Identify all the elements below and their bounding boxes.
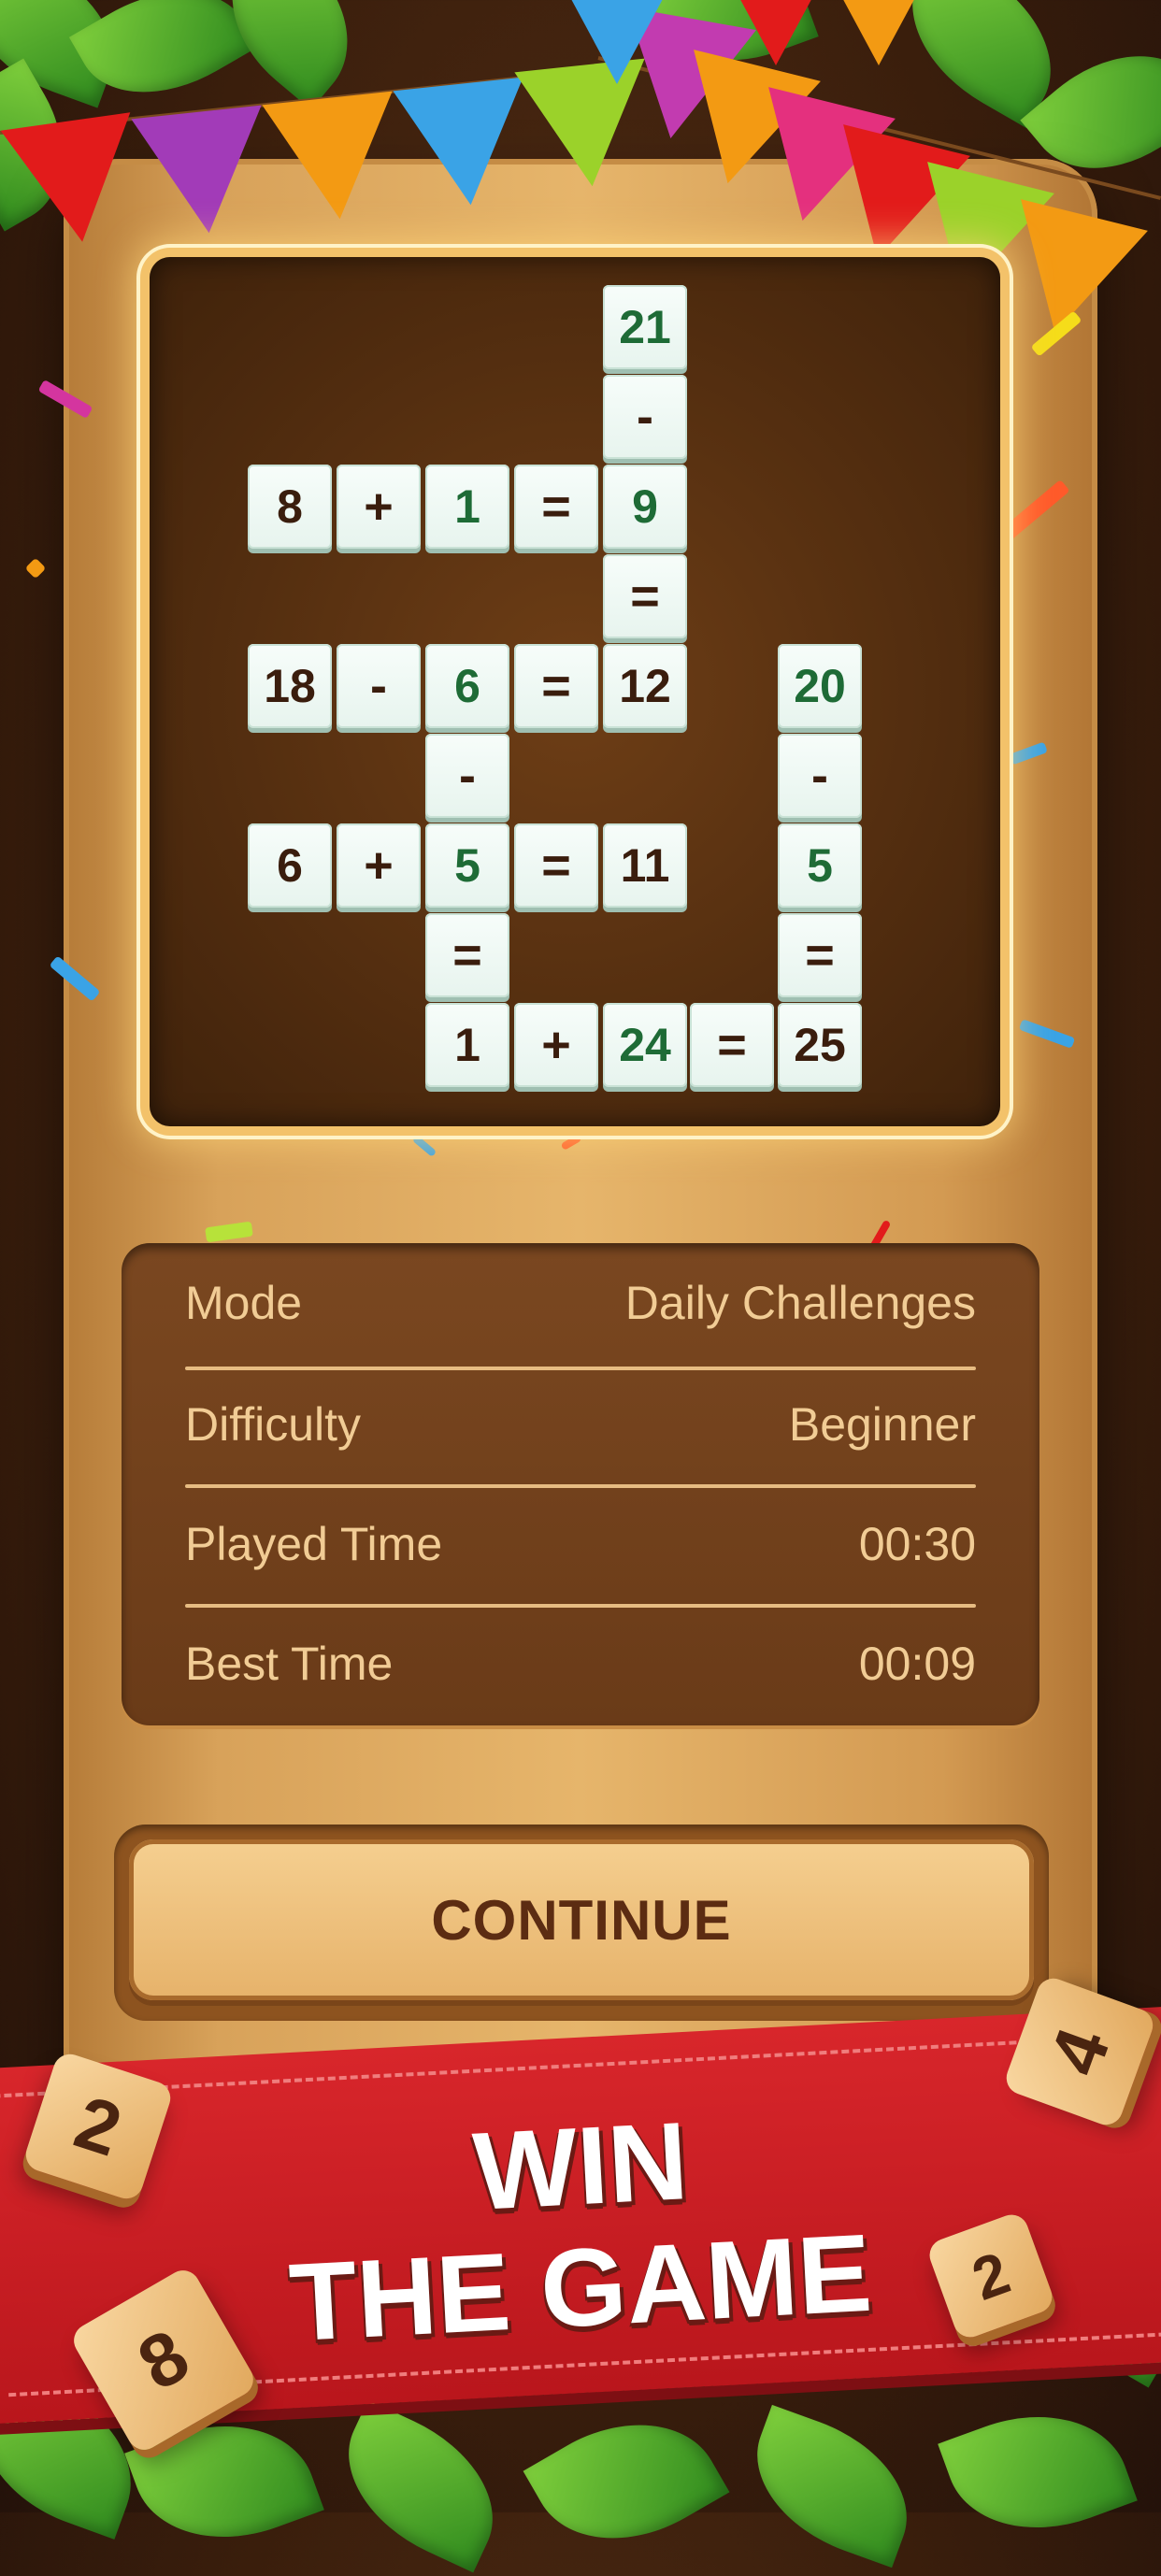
- puzzle-tile: 18: [248, 644, 332, 728]
- puzzle-tile: =: [514, 823, 598, 908]
- puzzle-tile: 8: [248, 465, 332, 549]
- puzzle-tile: 24: [603, 1003, 687, 1087]
- puzzle-tile: =: [514, 465, 598, 549]
- puzzle-tile: 20: [778, 644, 862, 728]
- puzzle-tile: 21: [603, 285, 687, 369]
- puzzle-tile: -: [603, 375, 687, 459]
- puzzle-tile: =: [514, 644, 598, 728]
- puzzle-tile: 5: [778, 823, 862, 908]
- puzzle-tile: 6: [425, 644, 509, 728]
- puzzle-tile: 6: [248, 823, 332, 908]
- puzzle-tile: 9: [603, 465, 687, 549]
- difficulty-value: Beginner: [788, 1397, 976, 1451]
- puzzle-tile: 5: [425, 823, 509, 908]
- mode-label: Mode: [185, 1276, 303, 1329]
- puzzle-tile: +: [337, 823, 421, 908]
- puzzle-tile: =: [690, 1003, 774, 1087]
- puzzle-board: 21 - 8 + 1 = 9 = 18 - 6 = 12 20 - - 6 + …: [150, 257, 1000, 1126]
- puzzle-tile: 1: [425, 1003, 509, 1087]
- played-time-label: Played Time: [185, 1517, 443, 1570]
- stats-row-best-time: Best Time 00:09: [185, 1604, 976, 1723]
- mode-value: Daily Challenges: [624, 1276, 976, 1329]
- best-time-value: 00:09: [858, 1637, 976, 1690]
- difficulty-label: Difficulty: [185, 1397, 362, 1451]
- played-time-value: 00:30: [858, 1517, 976, 1570]
- puzzle-tile: =: [425, 913, 509, 997]
- puzzle-tile: -: [778, 734, 862, 818]
- puzzle-tile: 12: [603, 644, 687, 728]
- puzzle-tile: 11: [603, 823, 687, 908]
- continue-button[interactable]: CONTINUE: [129, 1839, 1034, 2000]
- stats-panel: Mode Daily Challenges Difficulty Beginne…: [122, 1243, 1039, 1725]
- stats-row-difficulty: Difficulty Beginner: [185, 1365, 976, 1483]
- puzzle-tile: =: [778, 913, 862, 997]
- best-time-label: Best Time: [185, 1637, 394, 1690]
- puzzle-tile: =: [603, 554, 687, 638]
- continue-button-frame: CONTINUE: [114, 1825, 1049, 2021]
- puzzle-tile: +: [514, 1003, 598, 1087]
- puzzle-tile: -: [425, 734, 509, 818]
- stats-row-played-time: Played Time 00:30: [185, 1484, 976, 1603]
- puzzle-tile: +: [337, 465, 421, 549]
- stats-row-mode: Mode Daily Challenges: [185, 1243, 976, 1362]
- puzzle-tile: 25: [778, 1003, 862, 1087]
- puzzle-tile: 1: [425, 465, 509, 549]
- puzzle-tile: -: [337, 644, 421, 728]
